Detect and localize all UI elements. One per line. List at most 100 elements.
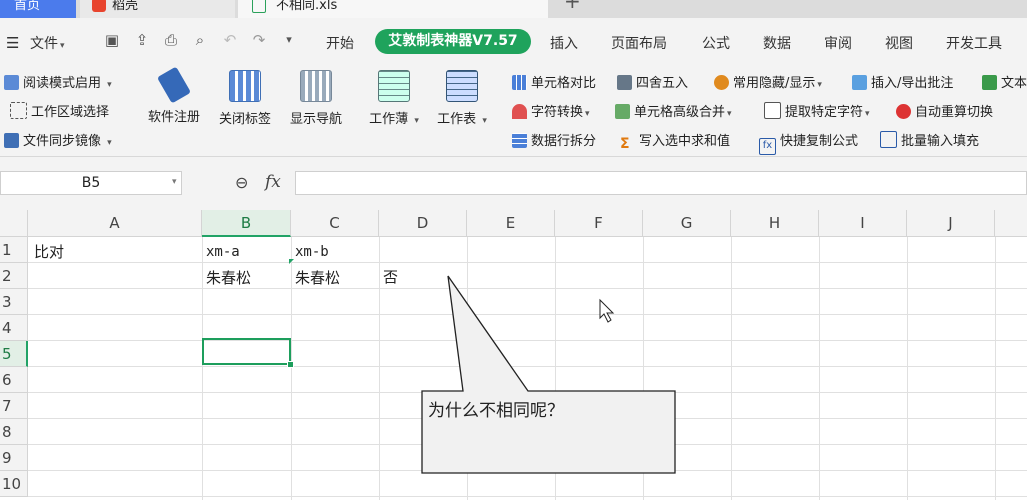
column-header-k[interactable] — [995, 210, 1027, 237]
zoom-search-icon[interactable]: ⊖ — [235, 173, 248, 192]
column-header-i[interactable]: I — [819, 210, 907, 237]
split-rows-button[interactable]: 数据行拆分 — [512, 130, 596, 149]
column-header-b[interactable]: B — [202, 210, 291, 237]
batch-fill-icon — [880, 131, 897, 148]
software-register-button[interactable]: 软件注册 — [142, 66, 206, 125]
row-header-8[interactable]: 8 — [0, 419, 28, 445]
select-all-corner[interactable] — [0, 210, 28, 237]
row-header-2[interactable]: 2 — [0, 263, 28, 289]
tab-home[interactable]: 首页 — [0, 0, 76, 18]
export-icon[interactable]: ⇪ — [134, 32, 150, 48]
print-icon[interactable]: ⎙ — [163, 32, 179, 48]
sheet-grid[interactable] — [0, 210, 1027, 500]
column-header-a[interactable]: A — [28, 210, 202, 237]
grid-line — [28, 496, 1027, 497]
text-button[interactable]: 文本 — [982, 72, 1027, 91]
round-button[interactable]: 四舍五入 — [617, 72, 688, 91]
customize-dropdown-icon[interactable]: ▾ — [281, 32, 297, 48]
redo-icon[interactable]: ↷ — [251, 32, 267, 48]
formula-input[interactable] — [295, 171, 1027, 195]
grid-line — [28, 444, 1027, 445]
undo-icon[interactable]: ↶ — [222, 32, 238, 48]
close-tabs-label: 关闭标签 — [218, 112, 271, 127]
insert-function-icon[interactable]: fx — [265, 172, 281, 192]
menu-page-layout[interactable]: 页面布局 — [611, 33, 667, 53]
new-tab-button[interactable]: + — [564, 0, 581, 13]
menu-insert[interactable]: 插入 — [550, 33, 578, 53]
batch-fill-button[interactable]: 批量输入填充 — [880, 130, 979, 149]
name-box-dropdown-icon[interactable]: ▾ — [172, 177, 177, 187]
hide-show-button[interactable]: 常用隐藏/显示 — [714, 72, 822, 91]
reading-mode-button[interactable]: 阅读模式启用 — [4, 72, 112, 91]
char-convert-button[interactable]: 字符转换 — [512, 101, 590, 120]
row-header-7[interactable]: 7 — [0, 393, 28, 419]
column-header-d[interactable]: D — [379, 210, 467, 237]
grid-line — [291, 237, 292, 500]
menu-view[interactable]: 视图 — [885, 33, 913, 53]
column-header-c[interactable]: C — [291, 210, 379, 237]
ribbon-divider — [0, 156, 1027, 157]
menu-hamburger-icon[interactable]: ☰ — [6, 34, 19, 52]
menu-aidun-tool[interactable]: 艾敦制表神器V7.57 — [375, 29, 531, 54]
show-nav-button[interactable]: 显示导航 — [284, 70, 348, 127]
workbook-button[interactable]: 工作薄 — [364, 70, 424, 127]
name-box[interactable]: B5 — [0, 171, 182, 195]
cell-c2[interactable]: 朱春松 — [295, 267, 340, 288]
print-preview-icon[interactable]: ⌕ — [192, 32, 208, 48]
row-header-4[interactable]: 4 — [0, 315, 28, 341]
split-rows-label: 数据行拆分 — [531, 134, 597, 149]
worksheet-button[interactable]: 工作表 — [432, 70, 492, 127]
menu-developer[interactable]: 开发工具 — [946, 33, 1002, 53]
column-header-g[interactable]: G — [643, 210, 731, 237]
cell-d2[interactable]: 否 — [383, 266, 398, 287]
menu-start[interactable]: 开始 — [326, 33, 354, 53]
row-header-3[interactable]: 3 — [0, 289, 28, 315]
comment-indicator-icon — [289, 259, 294, 264]
cell-c1[interactable]: xm-b — [295, 244, 329, 260]
save-icon[interactable]: ▣ — [104, 32, 120, 48]
extract-chars-button[interactable]: 提取特定字符 — [764, 101, 870, 120]
selected-cell-b5[interactable] — [202, 338, 291, 365]
menu-review[interactable]: 审阅 — [824, 33, 852, 53]
menu-file[interactable]: 文件 — [30, 33, 65, 53]
tab-file-document[interactable]: 不相同.xls — [238, 0, 548, 18]
menu-formula[interactable]: 公式 — [702, 33, 730, 53]
extract-chars-icon — [764, 102, 781, 119]
row-header-1[interactable]: 1 — [0, 237, 28, 263]
file-mirror-button[interactable]: 文件同步镜像 — [4, 130, 112, 149]
column-header-e[interactable]: E — [467, 210, 555, 237]
sigma-icon: Σ — [620, 136, 630, 152]
split-rows-icon — [512, 133, 527, 148]
cell-merge-button[interactable]: 单元格高级合并 — [615, 101, 732, 120]
tab-docer-store[interactable]: 稻壳 — [80, 0, 235, 18]
row-header-10[interactable]: 10 — [0, 471, 28, 497]
fill-handle[interactable] — [287, 361, 294, 368]
row-header-9[interactable]: 9 — [0, 445, 28, 471]
auto-recalc-button[interactable]: 自动重算切换 — [896, 101, 993, 120]
grid-line — [28, 314, 1027, 315]
row-header-6[interactable]: 6 — [0, 367, 28, 393]
close-tabs-button[interactable]: 关闭标签 — [213, 70, 277, 127]
column-header-f[interactable]: F — [555, 210, 643, 237]
copy-formula-label: 快捷复制公式 — [780, 134, 859, 149]
column-header-j[interactable]: J — [907, 210, 995, 237]
row-header-5[interactable]: 5 — [0, 341, 28, 367]
region-select-button[interactable]: 工作区域选择 — [10, 101, 109, 120]
grid-line — [28, 470, 1027, 471]
insert-comment-button[interactable]: 插入/导出批注 — [852, 72, 953, 91]
copy-formula-button[interactable]: fx 快捷复制公式 — [759, 130, 858, 155]
menu-data[interactable]: 数据 — [763, 33, 791, 53]
write-sum-button[interactable]: Σ 写入选中求和值 — [620, 130, 730, 152]
cell-a1[interactable]: 比对 — [34, 241, 64, 262]
cell-b1[interactable]: xm-a — [206, 244, 240, 260]
region-select-icon — [10, 102, 27, 119]
cell-b2[interactable]: 朱春松 — [206, 267, 251, 288]
auto-recalc-icon — [896, 104, 911, 119]
column-header-h[interactable]: H — [731, 210, 819, 237]
worksheet-icon — [446, 70, 478, 102]
reading-mode-label: 阅读模式启用 — [23, 76, 102, 91]
text-label: 文本 — [1001, 76, 1027, 91]
grid-line — [28, 288, 1027, 289]
hide-show-label: 常用隐藏/显示 — [733, 76, 816, 91]
cell-compare-button[interactable]: 单元格对比 — [512, 72, 596, 91]
